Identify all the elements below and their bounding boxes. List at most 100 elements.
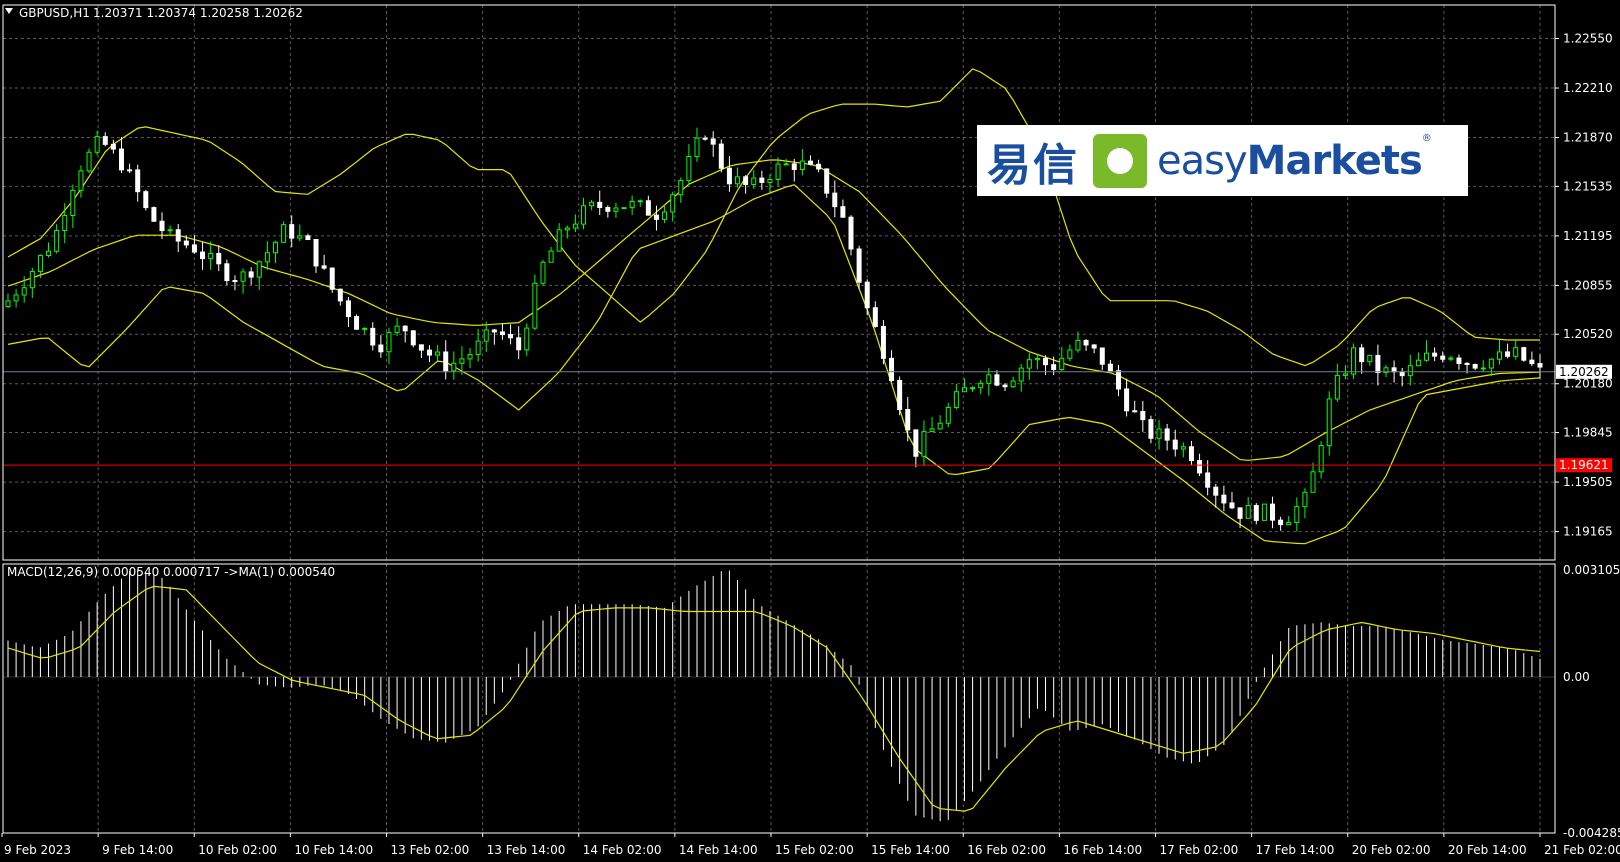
candle-body [564,227,570,231]
candle-body [1067,349,1073,359]
candle-body [540,261,546,284]
candle-body [110,143,116,150]
time-tick-label: 14 Feb 02:00 [583,843,662,857]
menu-triangle-icon[interactable] [5,8,13,14]
candle-body [662,211,668,220]
candle-body [443,351,449,372]
candle-body [1326,398,1332,447]
candle-body [1521,347,1527,361]
candle-body [1261,503,1267,521]
time-tick-label: 16 Feb 02:00 [967,843,1046,857]
candle-body [548,250,554,263]
candle-body [961,387,967,393]
candle-body [200,251,206,260]
candle-body [637,200,643,203]
candle-body [1351,347,1357,375]
candle-body [1140,411,1146,421]
logo-square-icon [1093,133,1147,188]
candle-body [1083,339,1089,346]
candle-body [86,151,92,172]
candle-body [1221,494,1227,504]
logo-english-text: easyMarkets [1157,137,1423,184]
candle-body [718,143,724,169]
red-level-label: 1.19621 [1559,458,1609,472]
candle-body [751,177,757,185]
candle-body [945,406,951,424]
candle-body [175,229,181,242]
candle-body [1010,380,1016,388]
candle-body [1399,371,1405,377]
logo-chinese-text: 易信 [987,139,1079,191]
candle-body [216,253,222,265]
candle-body [516,337,522,351]
easymarkets-logo: 易信 easyMarkets ® [977,125,1468,196]
candle-body [686,156,692,181]
candle-body [726,167,732,185]
candle-body [848,216,854,250]
candle-body [1115,370,1121,390]
candle-body [816,163,822,170]
candle-body [394,325,400,333]
candle-body [970,387,976,390]
candle-body [1302,491,1308,508]
candle-body [783,163,789,166]
bollinger-middle-line [7,159,1541,461]
candle-body [337,288,343,302]
candle-body [224,263,230,282]
candle-body [581,205,587,225]
candle-body [435,351,441,356]
candle-body [1026,359,1032,369]
candle-body [1456,357,1462,364]
candle-body [1253,504,1259,521]
candle-body [856,248,862,283]
candle-body [370,327,376,346]
candle-body [1229,502,1235,509]
price-tick-label: 1.21195 [1563,229,1613,243]
candle-body [1407,365,1413,377]
candle-body [735,176,741,185]
candle-body [921,431,927,457]
candle-body [1334,374,1340,400]
candle-body [29,271,35,289]
candle-body [653,214,659,220]
candle-body [872,307,878,327]
candle-body [978,382,984,389]
candle-body [1440,355,1446,360]
time-tick-label: 10 Feb 14:00 [294,843,373,857]
candle-body [135,169,141,193]
time-tick-label: 20 Feb 02:00 [1352,843,1431,857]
candle-body [1472,363,1478,369]
candle-body [208,253,214,260]
logo-registered-mark: ® [1421,133,1432,144]
candle-body [1310,471,1316,493]
candle-body [240,271,246,282]
candle-body [840,206,846,218]
candle-body [1537,363,1543,368]
price-tick-label: 1.20520 [1563,327,1613,341]
candle-body [362,327,368,330]
candle-body [1148,419,1154,439]
candle-body [605,207,611,212]
candle-body [1513,347,1519,357]
candle-body [1075,339,1081,351]
candle-body [905,409,911,431]
candle-body [953,391,959,408]
time-tick-label: 10 Feb 02:00 [198,843,277,857]
candle-body [759,177,765,183]
candle-body [1488,358,1494,369]
candle-body [499,331,505,336]
candle-body [589,201,595,207]
price-tick-label: 1.19845 [1563,426,1613,440]
candle-body [354,316,360,330]
candle-body [621,207,627,210]
time-tick-label: 17 Feb 02:00 [1160,843,1239,857]
candle-body [1505,351,1511,357]
candle-body [159,220,165,232]
candle-body [102,136,108,145]
price-levels: 1.202621.19621 [3,364,1612,473]
price-tick-label: 1.22210 [1563,81,1613,95]
candle-body [21,287,27,296]
price-tick-label: 1.19505 [1563,475,1613,489]
ohlc-values: 1.20371 1.20374 1.20258 1.20262 [93,6,303,20]
price-tick-label: 1.20180 [1563,377,1613,391]
